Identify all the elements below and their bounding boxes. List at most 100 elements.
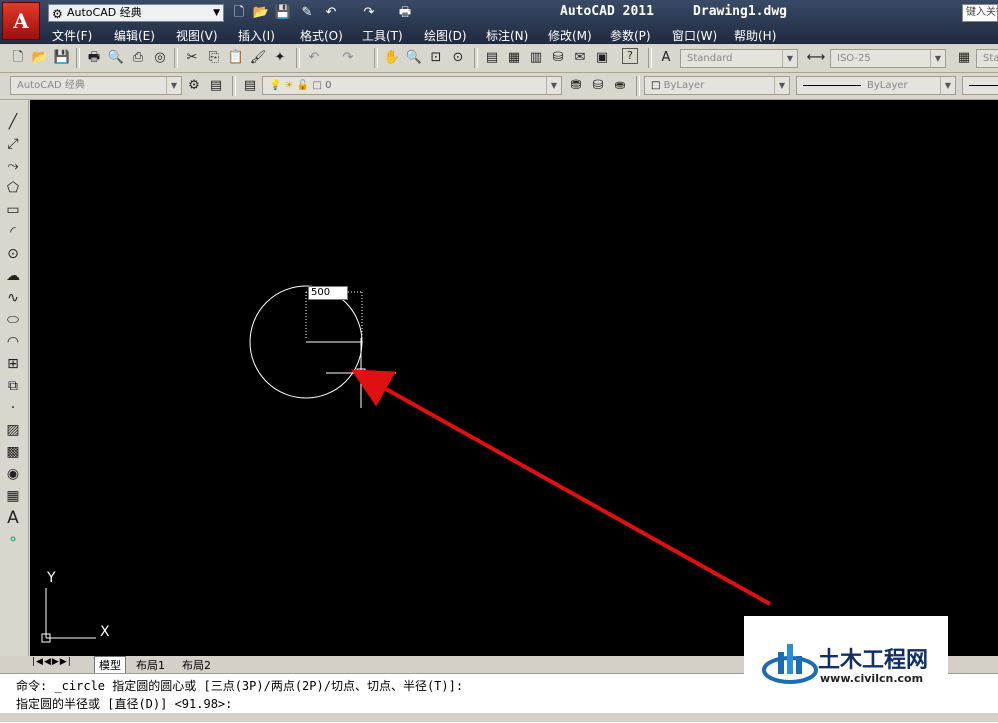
menu-draw[interactable]: 绘图(D) — [424, 27, 467, 44]
ellipse-arc-icon[interactable]: ◠ — [2, 332, 24, 352]
search-input[interactable]: 键入关键字或短语 — [962, 4, 998, 22]
workspace-combo[interactable]: AutoCAD 经典 ▼ — [10, 76, 182, 95]
save-icon[interactable]: 💾 — [52, 48, 72, 68]
menu-dimension[interactable]: 标注(N) — [486, 27, 528, 44]
zoom-window-icon[interactable]: ⊡ — [426, 48, 446, 68]
workspace-combo-value: AutoCAD 经典 — [17, 80, 85, 91]
tab-navigation-arrows[interactable]: |◀◀▶▶| — [32, 657, 72, 667]
line-icon[interactable]: ╱ — [2, 112, 24, 132]
dimension-style-dropdown[interactable]: ISO-25 ▼ — [830, 49, 946, 68]
make-block-icon[interactable]: ⧉ — [2, 376, 24, 396]
table-icon[interactable]: ▦ — [2, 486, 24, 506]
undo-icon[interactable]: ↶ — [304, 48, 324, 68]
watermark-logo: 土木工程网 www.civilcn.com — [744, 616, 948, 696]
gradient-icon[interactable]: ▩ — [2, 442, 24, 462]
properties-icon[interactable]: ▤ — [482, 48, 502, 68]
circle-icon[interactable]: ⊙ — [2, 244, 24, 264]
menu-insert[interactable]: 插入(I) — [238, 27, 275, 44]
sheet-set-icon[interactable]: ⛁ — [548, 48, 568, 68]
spline-icon[interactable]: ∿ — [2, 288, 24, 308]
redo-icon[interactable]: ↷ — [338, 48, 358, 68]
workspace-settings-icon[interactable]: ⚙ — [184, 76, 204, 96]
make-current-layer-icon[interactable]: ⛃ — [566, 76, 586, 96]
zoom-realtime-icon[interactable]: 🔍 — [404, 48, 424, 68]
publish-icon[interactable]: ⎙ — [128, 48, 148, 68]
layer-previous-icon[interactable]: ⛁ — [588, 76, 608, 96]
add-selected-icon[interactable]: ⚬ — [2, 530, 24, 550]
calculator-icon[interactable]: ▣ — [592, 48, 612, 68]
help-icon[interactable]: ? — [622, 48, 638, 64]
design-center-icon[interactable]: ▦ — [504, 48, 524, 68]
table-style-dropdown[interactable]: Standard — [976, 49, 998, 68]
menu-edit[interactable]: 编辑(E) — [114, 27, 155, 44]
menu-modify[interactable]: 修改(M) — [548, 27, 592, 44]
block-editor-icon[interactable]: ✦ — [270, 48, 290, 68]
redo-icon[interactable]: ↷ — [360, 4, 378, 22]
menu-help[interactable]: 帮助(H) — [734, 27, 776, 44]
menu-tools[interactable]: 工具(T) — [362, 27, 403, 44]
open-icon[interactable]: 📂 — [30, 48, 50, 68]
menu-format[interactable]: 格式(O) — [300, 27, 343, 44]
workspace-dropdown[interactable]: ⚙ AutoCAD 经典 ▼ — [48, 4, 224, 22]
table-style-icon[interactable]: ▦ — [954, 48, 974, 68]
tab-layout1[interactable]: 布局1 — [136, 657, 165, 673]
new-file-icon[interactable]: 🗋 — [230, 4, 248, 22]
region-icon[interactable]: ◉ — [2, 464, 24, 484]
linetype-dropdown[interactable]: ByLayer ▼ — [796, 76, 956, 95]
linetype-value: ByLayer — [867, 80, 908, 91]
dimension-style-icon[interactable]: ⟷ — [806, 48, 826, 68]
match-properties-icon[interactable]: 🖌 — [248, 48, 268, 68]
layer-manager-icon[interactable]: ▤ — [240, 76, 260, 96]
menu-file[interactable]: 文件(F) — [52, 27, 92, 44]
plot-preview-icon[interactable]: 🔍 — [106, 48, 126, 68]
customize-icon[interactable]: ▤ — [206, 76, 226, 96]
plot-icon[interactable]: 🖶 — [396, 4, 414, 22]
revision-cloud-icon[interactable]: ☁ — [2, 266, 24, 286]
toolbar-separator — [374, 48, 378, 68]
point-icon[interactable]: · — [2, 398, 24, 418]
hatch-icon[interactable]: ▨ — [2, 420, 24, 440]
construction-line-icon[interactable]: ⤢ — [2, 134, 24, 154]
markup-icon[interactable]: ✉ — [570, 48, 590, 68]
save-as-icon[interactable]: ✎ — [298, 4, 316, 22]
tab-layout2[interactable]: 布局2 — [182, 657, 211, 673]
toolbar-separator — [174, 48, 178, 68]
lineweight-dropdown[interactable] — [962, 76, 998, 95]
zoom-previous-icon[interactable]: ⊙ — [448, 48, 468, 68]
tool-palettes-icon[interactable]: ▥ — [526, 48, 546, 68]
radius-input[interactable]: 500 — [308, 286, 348, 300]
application-menu-button[interactable]: A — [2, 2, 40, 40]
layer-states-icon[interactable]: ⛂ — [610, 76, 630, 96]
polyline-icon[interactable]: ⤳ — [2, 156, 24, 176]
watermark-emblem — [762, 644, 818, 684]
undo-icon[interactable]: ↶ — [322, 4, 340, 22]
new-icon[interactable]: 🗋 — [8, 48, 28, 68]
text-style-dropdown[interactable]: Standard ▼ — [680, 49, 798, 68]
menu-view[interactable]: 视图(V) — [176, 27, 218, 44]
3d-print-icon[interactable]: ◎ — [150, 48, 170, 68]
rectangle-icon[interactable]: ▭ — [2, 200, 24, 220]
layer-dropdown[interactable]: 💡 ☀ 🔓 □ 0 ▼ — [262, 76, 562, 95]
copy-icon[interactable]: ⎘ — [204, 48, 224, 68]
linetype-sample — [803, 85, 861, 86]
toolbar-separator — [76, 48, 80, 68]
tab-model[interactable]: 模型 — [94, 656, 126, 674]
text-style-icon[interactable]: A — [656, 48, 676, 68]
menu-window[interactable]: 窗口(W) — [672, 27, 717, 44]
plot-icon[interactable]: 🖶 — [84, 48, 104, 68]
open-file-icon[interactable]: 📂 — [252, 4, 270, 22]
multiline-text-icon[interactable]: A — [2, 508, 24, 528]
paste-icon[interactable]: 📋 — [226, 48, 246, 68]
toolbar-separator — [648, 48, 652, 68]
insert-block-icon[interactable]: ⊞ — [2, 354, 24, 374]
arc-icon[interactable]: ◜ — [2, 222, 24, 242]
save-icon[interactable]: 💾 — [274, 4, 292, 22]
ellipse-icon[interactable]: ⬭ — [2, 310, 24, 330]
color-dropdown[interactable]: □ ByLayer ▼ — [644, 76, 790, 95]
menu-parametric[interactable]: 参数(P) — [610, 27, 651, 44]
polygon-icon[interactable]: ⬠ — [2, 178, 24, 198]
drawing-canvas[interactable]: 500 Y X — [30, 100, 998, 656]
pan-icon[interactable]: ✋ — [382, 48, 402, 68]
window-title: AutoCAD 2011 Drawing1.dwg — [560, 4, 787, 19]
cut-icon[interactable]: ✂ — [182, 48, 202, 68]
